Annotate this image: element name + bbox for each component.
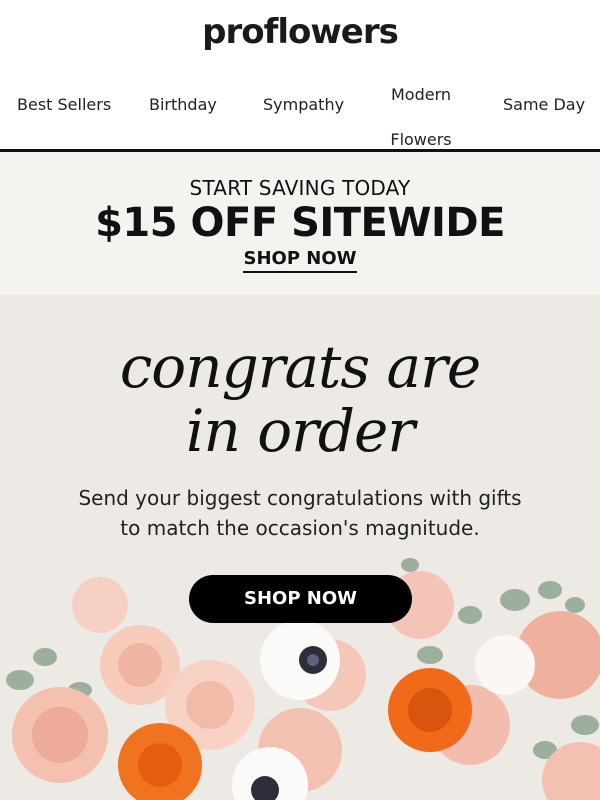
hero-subtitle: Send your biggest congratulations with g… [78,486,522,540]
nav-item-modern-flowers[interactable]: Modern Flowers [388,72,454,162]
top-nav: Best Sellers Birthday Sympathy Modern Fl… [0,68,600,149]
nav-item-birthday[interactable]: Birthday [149,95,217,114]
hero-title: congrats are in order [0,335,600,463]
nav-item-same-day[interactable]: Same Day [503,95,585,114]
proflowers-logo[interactable]: proflowers [0,12,600,52]
hero-section: congrats are in order Send your biggest … [0,295,600,800]
email-header: proflowers Best Sellers Birthday Sympath… [0,0,600,152]
hero-title-line-1: congrats are [119,333,481,401]
promo-kicker: START SAVING TODAY [189,176,411,200]
nav-item-best-sellers[interactable]: Best Sellers [17,95,111,114]
promo-shop-now-link[interactable]: SHOP NOW [0,248,600,273]
promo-shop-now-label[interactable]: SHOP NOW [243,248,357,273]
promo-banner[interactable]: START SAVING TODAY $15 OFF SITEWIDE SHOP… [0,152,600,295]
shop-now-button[interactable]: SHOP NOW [189,575,412,623]
promo-headline: $15 OFF SITEWIDE [95,200,505,246]
hero-title-line-2: in order [185,397,415,465]
nav-item-sympathy[interactable]: Sympathy [263,95,344,114]
